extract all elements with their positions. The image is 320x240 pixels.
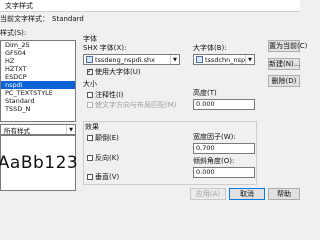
style-filter-select[interactable]: 所有样式 ▼ — [0, 124, 76, 135]
cancel-button[interactable]: 取消 — [229, 188, 265, 200]
big-font-select[interactable]: tssdchn_nspdi... ▼ — [193, 54, 255, 65]
new-button[interactable]: 新建(N)... — [268, 58, 300, 70]
help-button[interactable]: 帮助 — [268, 188, 300, 200]
style-list-item[interactable]: HZTXT — [1, 65, 75, 73]
preview-text: AaBb123 — [0, 153, 79, 173]
height-input[interactable]: 0.000 — [193, 99, 255, 110]
title-bar: 文字样式 — [0, 0, 300, 12]
backwards-checkbox[interactable]: 反向(K) — [87, 153, 119, 163]
height-label: 高度(T) — [193, 89, 217, 97]
style-list-item[interactable]: Standard — [1, 97, 75, 105]
font-icon — [86, 56, 93, 63]
size-group-label: 大小 — [83, 80, 97, 88]
oblique-angle-label: 倾斜角度(O): — [193, 157, 235, 165]
style-list-item[interactable]: HZ — [1, 57, 75, 65]
checkbox-box — [87, 102, 93, 108]
shx-font-select[interactable]: tssdeng_nspdi.shx ▼ — [83, 54, 180, 65]
style-list-item[interactable]: TSSD_N — [1, 105, 75, 113]
upside-down-checkbox[interactable]: 颠倒(E) — [87, 133, 119, 143]
oblique-angle-input[interactable]: 0.000 — [193, 167, 255, 178]
style-list-item[interactable]: Dim_25 — [1, 41, 75, 49]
style-list-item[interactable]: nspdi — [1, 81, 75, 89]
current-style-value: Standard — [52, 15, 84, 23]
style-list-item[interactable]: PC_TEXTSTYLE — [1, 89, 75, 97]
current-style-label: 当前文字样式： Standard — [0, 15, 84, 23]
checkbox-box — [87, 92, 93, 98]
checkbox-box — [87, 174, 93, 180]
font-group-label: 字体 — [83, 35, 97, 43]
checkbox-box — [87, 155, 93, 161]
apply-button[interactable]: 应用(A) — [190, 188, 226, 200]
checkbox-box — [87, 67, 93, 75]
match-orientation-checkbox[interactable]: 使文字方向与布局匹配(M) — [87, 100, 177, 110]
use-big-font-checkbox[interactable]: 使用大字体(U) — [87, 67, 141, 77]
vertical-checkbox[interactable]: 垂直(V) — [87, 172, 119, 182]
set-current-button[interactable]: 置为当前(C) — [268, 40, 307, 52]
big-font-value: tssdchn_nspdi... — [205, 55, 245, 64]
styles-label: 样式(S): — [0, 29, 27, 37]
style-filter-value: 所有样式 — [4, 126, 30, 135]
effects-group-label: 效果 — [85, 123, 99, 131]
chevron-down-icon: ▼ — [170, 55, 179, 64]
big-font-label: 大字体(B): — [193, 44, 227, 52]
checkbox-box — [87, 135, 93, 141]
width-factor-label: 宽度因子(W): — [193, 133, 236, 141]
shx-font-label: SHX 字体(X): — [83, 44, 127, 52]
chevron-down-icon: ▼ — [245, 55, 254, 64]
styles-list[interactable]: Dim_25 GFS04 HZ HZTXT ESDCP nspdi PC_TEXTSTYLE… — [0, 40, 76, 122]
annotative-checkbox[interactable]: 注释性(I) — [87, 90, 124, 100]
chevron-down-icon: ▼ — [66, 125, 75, 134]
delete-button[interactable]: 删除(D) — [268, 75, 300, 87]
font-icon — [196, 56, 203, 63]
width-factor-input[interactable]: 0.700 — [193, 143, 255, 154]
preview-box: AaBb123 — [0, 135, 79, 191]
window-title: 文字样式 — [5, 2, 33, 10]
style-list-item[interactable]: ESDCP — [1, 73, 75, 81]
style-list-item[interactable]: GFS04 — [1, 49, 75, 57]
shx-font-value: tssdeng_nspdi.shx — [95, 55, 155, 64]
